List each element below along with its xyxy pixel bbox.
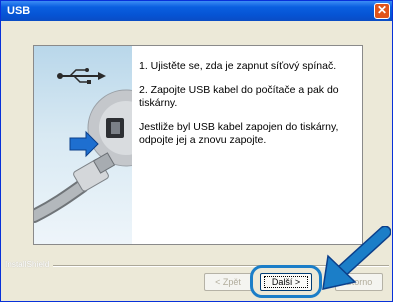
next-button-highlight-ring bbox=[250, 265, 322, 298]
window-title: USB bbox=[7, 5, 31, 17]
usb-port-illustration bbox=[87, 89, 165, 167]
installshield-label: InstallShield bbox=[5, 260, 50, 269]
usb-plug-icon bbox=[27, 152, 116, 223]
usb-dialog-window: USB ✕ 1. Ujistěte se, zda je zapnut síťo… bbox=[0, 0, 393, 302]
instruction-step-3: Jestliže byl USB kabel zapojen do tiskár… bbox=[139, 121, 339, 146]
usb-icon bbox=[57, 68, 106, 84]
close-icon: ✕ bbox=[376, 3, 388, 17]
usb-illustration bbox=[27, 46, 165, 244]
instruction-step-1: 1. Ujistěte se, zda je zapnut síťový spí… bbox=[139, 60, 337, 72]
content-panel: 1. Ujistěte se, zda je zapnut síťový spí… bbox=[27, 45, 363, 245]
instruction-step-2: 2. Zapojte USB kabel do počítače a pak d… bbox=[139, 84, 339, 109]
close-button[interactable]: ✕ bbox=[374, 3, 390, 19]
pointer-arrow-icon bbox=[322, 226, 391, 290]
instructions-text: 1. Ujistěte se, zda je zapnut síťový spí… bbox=[139, 60, 357, 158]
back-button[interactable]: < Zpět bbox=[204, 273, 252, 291]
title-bar[interactable]: USB ✕ bbox=[1, 1, 392, 21]
